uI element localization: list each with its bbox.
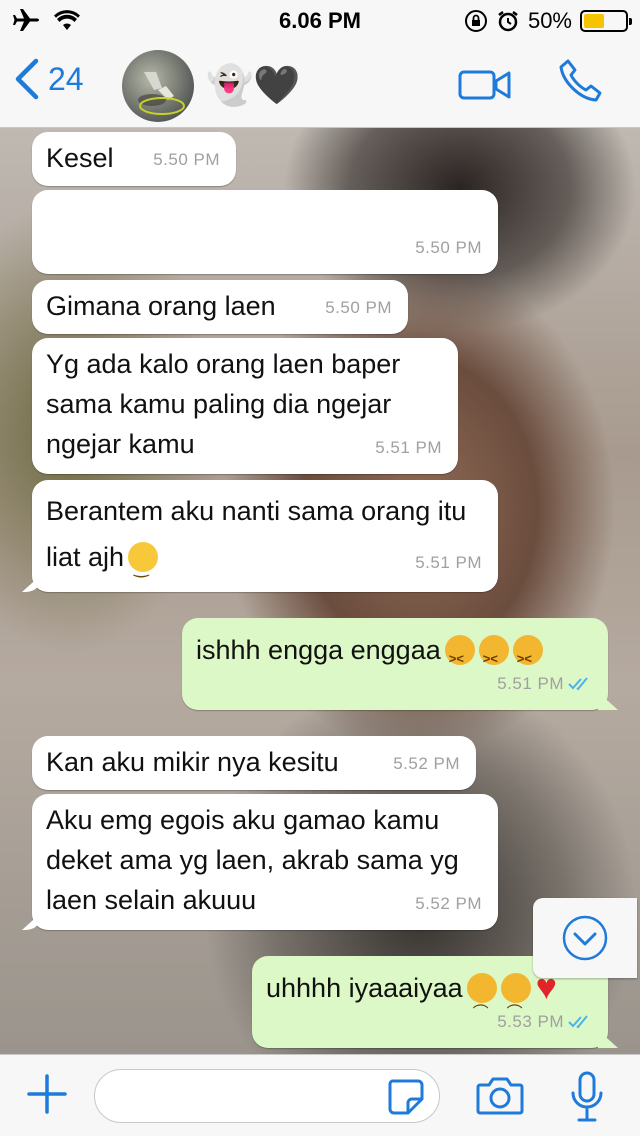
message-bubble-in[interactable]: Aku emg egois aku gamao kamu deket ama y…	[32, 794, 498, 930]
message-time-text: 5.51 PM	[375, 438, 442, 457]
message-bubble-in[interactable]: Kan aku mikir nya kesitu 5.52 PM	[32, 736, 476, 790]
camera-icon[interactable]	[476, 1075, 524, 1117]
back-button[interactable]: 24	[14, 58, 84, 100]
contact-name[interactable]: 👻🖤	[206, 64, 301, 108]
slightly-smiling-face-emoji	[128, 542, 159, 590]
message-time-text: 5.51 PM	[415, 553, 482, 572]
message-bubble-in[interactable]: Kesel 5.50 PM	[32, 132, 236, 186]
plus-icon[interactable]	[26, 1073, 68, 1115]
orientation-lock-icon	[464, 10, 487, 32]
message-time: 5.53 PM	[497, 1002, 592, 1042]
avatar-image	[138, 72, 185, 115]
message-time-text: 5.53 PM	[497, 1012, 564, 1031]
message-time: 5.50 PM	[415, 228, 482, 268]
unread-count: 24	[48, 60, 84, 97]
chevron-down-circle-icon	[562, 915, 608, 961]
message-time-text: 5.51 PM	[497, 674, 564, 693]
confounded-face-emoji	[444, 635, 475, 679]
battery-icon	[580, 10, 632, 32]
microphone-icon[interactable]	[570, 1071, 604, 1123]
message-time: 5.50 PM	[153, 140, 220, 180]
read-receipt-icon	[568, 677, 588, 691]
message-bubble-in[interactable]: Berantem aku nanti sama orang itu liat a…	[32, 480, 498, 592]
message-bubble-out[interactable]: ishhh engga enggaa 5.51 PM	[182, 618, 608, 710]
sticker-icon[interactable]	[386, 1077, 426, 1117]
message-bubble-in[interactable]: Gimana orang laen 5.50 PM	[32, 280, 408, 334]
message-time-text: 5.50 PM	[415, 238, 482, 257]
read-receipt-icon	[568, 1015, 588, 1029]
scroll-to-bottom-button[interactable]	[533, 898, 637, 978]
message-bubble-in[interactable]: Yg ada kalo orang laen baper sama kamu p…	[32, 338, 458, 474]
message-text: ishhh engga enggaa	[196, 635, 441, 665]
confounded-face-emoji	[512, 635, 543, 679]
video-call-icon[interactable]	[458, 68, 512, 102]
battery-percent: 50%	[527, 8, 572, 33]
message-time: 5.50 PM	[325, 288, 392, 328]
message-text: Berantem aku nanti sama orang itu liat a…	[46, 496, 467, 572]
message-time-text: 5.50 PM	[153, 150, 220, 169]
message-time: 5.51 PM	[497, 664, 592, 704]
phone-icon[interactable]	[558, 58, 604, 104]
frowning-face-emoji	[500, 973, 531, 1023]
message-time: 5.52 PM	[415, 884, 482, 924]
message-time: 5.51 PM	[415, 540, 482, 586]
message-time: 5.51 PM	[375, 428, 442, 468]
contact-avatar[interactable]	[122, 50, 194, 122]
back-chevron-icon	[15, 58, 39, 100]
message-time-text: 5.50 PM	[325, 298, 392, 317]
battery-fill	[584, 14, 604, 28]
message-bubble-in-redacted[interactable]: 5.50 PM	[32, 190, 498, 274]
message-input-bar	[0, 1054, 640, 1136]
message-time: 5.52 PM	[393, 744, 460, 784]
chat-header: 24 👻🖤	[0, 40, 640, 128]
message-time-text: 5.52 PM	[393, 754, 460, 773]
status-right: 50%	[464, 8, 632, 34]
confounded-face-emoji	[478, 635, 509, 679]
message-text: uhhhh iyaaaiyaa	[266, 973, 463, 1003]
message-time-text: 5.52 PM	[415, 894, 482, 913]
status-bar: 6.06 PM 50%	[0, 0, 640, 40]
frowning-face-emoji	[466, 973, 497, 1023]
alarm-icon	[498, 11, 518, 32]
